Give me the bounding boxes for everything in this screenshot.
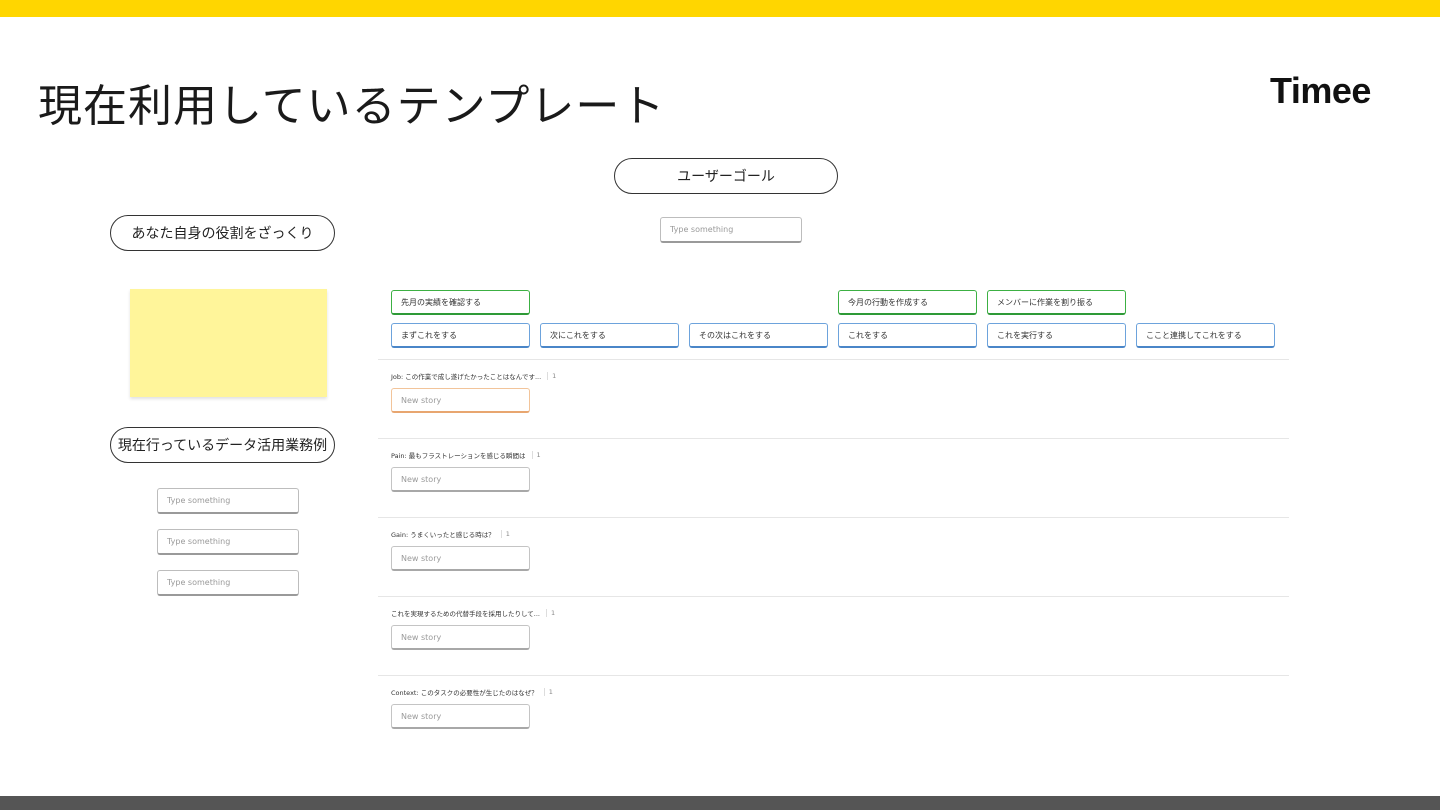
lane-divider xyxy=(378,596,1289,597)
user-goal-input[interactable]: Type something xyxy=(660,217,802,243)
step-card[interactable]: その次はこれをする xyxy=(689,323,828,348)
step-card[interactable]: ここと連携してこれをする xyxy=(1136,323,1275,348)
new-story-card[interactable]: New story xyxy=(391,704,530,729)
lane-divider xyxy=(378,359,1289,360)
data-usage-label: 現在行っているデータ活用業務例 xyxy=(117,438,328,454)
sticky-note[interactable] xyxy=(130,289,327,397)
lane-label-context: Context: このタスクの必要性が生じたのはなぜ？ 1 xyxy=(391,687,553,697)
lane-count: 1 xyxy=(543,688,553,696)
new-story-card[interactable]: New story xyxy=(391,388,530,413)
data-usage-input-2[interactable]: Type something xyxy=(157,529,299,555)
user-goal-pill[interactable]: ユーザーゴール xyxy=(614,158,838,194)
lane-title: Pain: 最もフラストレーションを感じる瞬間は xyxy=(391,452,526,460)
top-accent-bar xyxy=(0,0,1440,17)
activity-card[interactable]: 今月の行動を作成する xyxy=(838,290,977,315)
step-card[interactable]: まずこれをする xyxy=(391,323,530,348)
lane-divider xyxy=(378,438,1289,439)
lane-count: 1 xyxy=(531,451,541,459)
data-usage-input-1[interactable]: Type something xyxy=(157,488,299,514)
lane-count: 1 xyxy=(500,530,510,538)
step-card[interactable]: 次にこれをする xyxy=(540,323,679,348)
lane-title: これを実現するための代替手段を採用したりして... xyxy=(391,610,541,618)
lane-label-alternatives: これを実現するための代替手段を採用したりして... 1 xyxy=(391,608,555,618)
lane-label-pain: Pain: 最もフラストレーションを感じる瞬間は 1 xyxy=(391,450,541,460)
activity-card[interactable]: メンバーに作業を割り振る xyxy=(987,290,1126,315)
step-card[interactable]: これをする xyxy=(838,323,977,348)
lane-count: 1 xyxy=(547,372,556,380)
new-story-card[interactable]: New story xyxy=(391,467,530,492)
lane-label-gain: Gain: うまくいったと感じる時は？ 1 xyxy=(391,529,510,539)
new-story-card[interactable]: New story xyxy=(391,625,530,650)
lane-label-job: Job: この作業で成し遂げたかったことはなんです... 1 xyxy=(391,371,556,381)
new-story-card[interactable]: New story xyxy=(391,546,530,571)
timee-logo: Timee xyxy=(1270,70,1371,111)
role-label: あなた自身の役割をざっくり xyxy=(131,226,314,242)
page-title: 現在利用しているテンプレート xyxy=(38,81,666,132)
lane-title: Gain: うまくいったと感じる時は？ xyxy=(391,531,495,539)
role-pill[interactable]: あなた自身の役割をざっくり xyxy=(110,215,335,251)
user-goal-label: ユーザーゴール xyxy=(677,169,775,185)
lane-count: 1 xyxy=(546,609,555,617)
step-card[interactable]: これを実行する xyxy=(987,323,1126,348)
lane-title: Job: この作業で成し遂げたかったことはなんです... xyxy=(391,373,542,381)
lane-divider xyxy=(378,675,1289,676)
activity-card[interactable]: 先月の実績を確認する xyxy=(391,290,530,315)
bottom-bar xyxy=(0,796,1440,810)
data-usage-pill[interactable]: 現在行っているデータ活用業務例 xyxy=(110,427,335,463)
data-usage-input-3[interactable]: Type something xyxy=(157,570,299,596)
lane-title: Context: このタスクの必要性が生じたのはなぜ？ xyxy=(391,689,538,697)
lane-divider xyxy=(378,517,1289,518)
